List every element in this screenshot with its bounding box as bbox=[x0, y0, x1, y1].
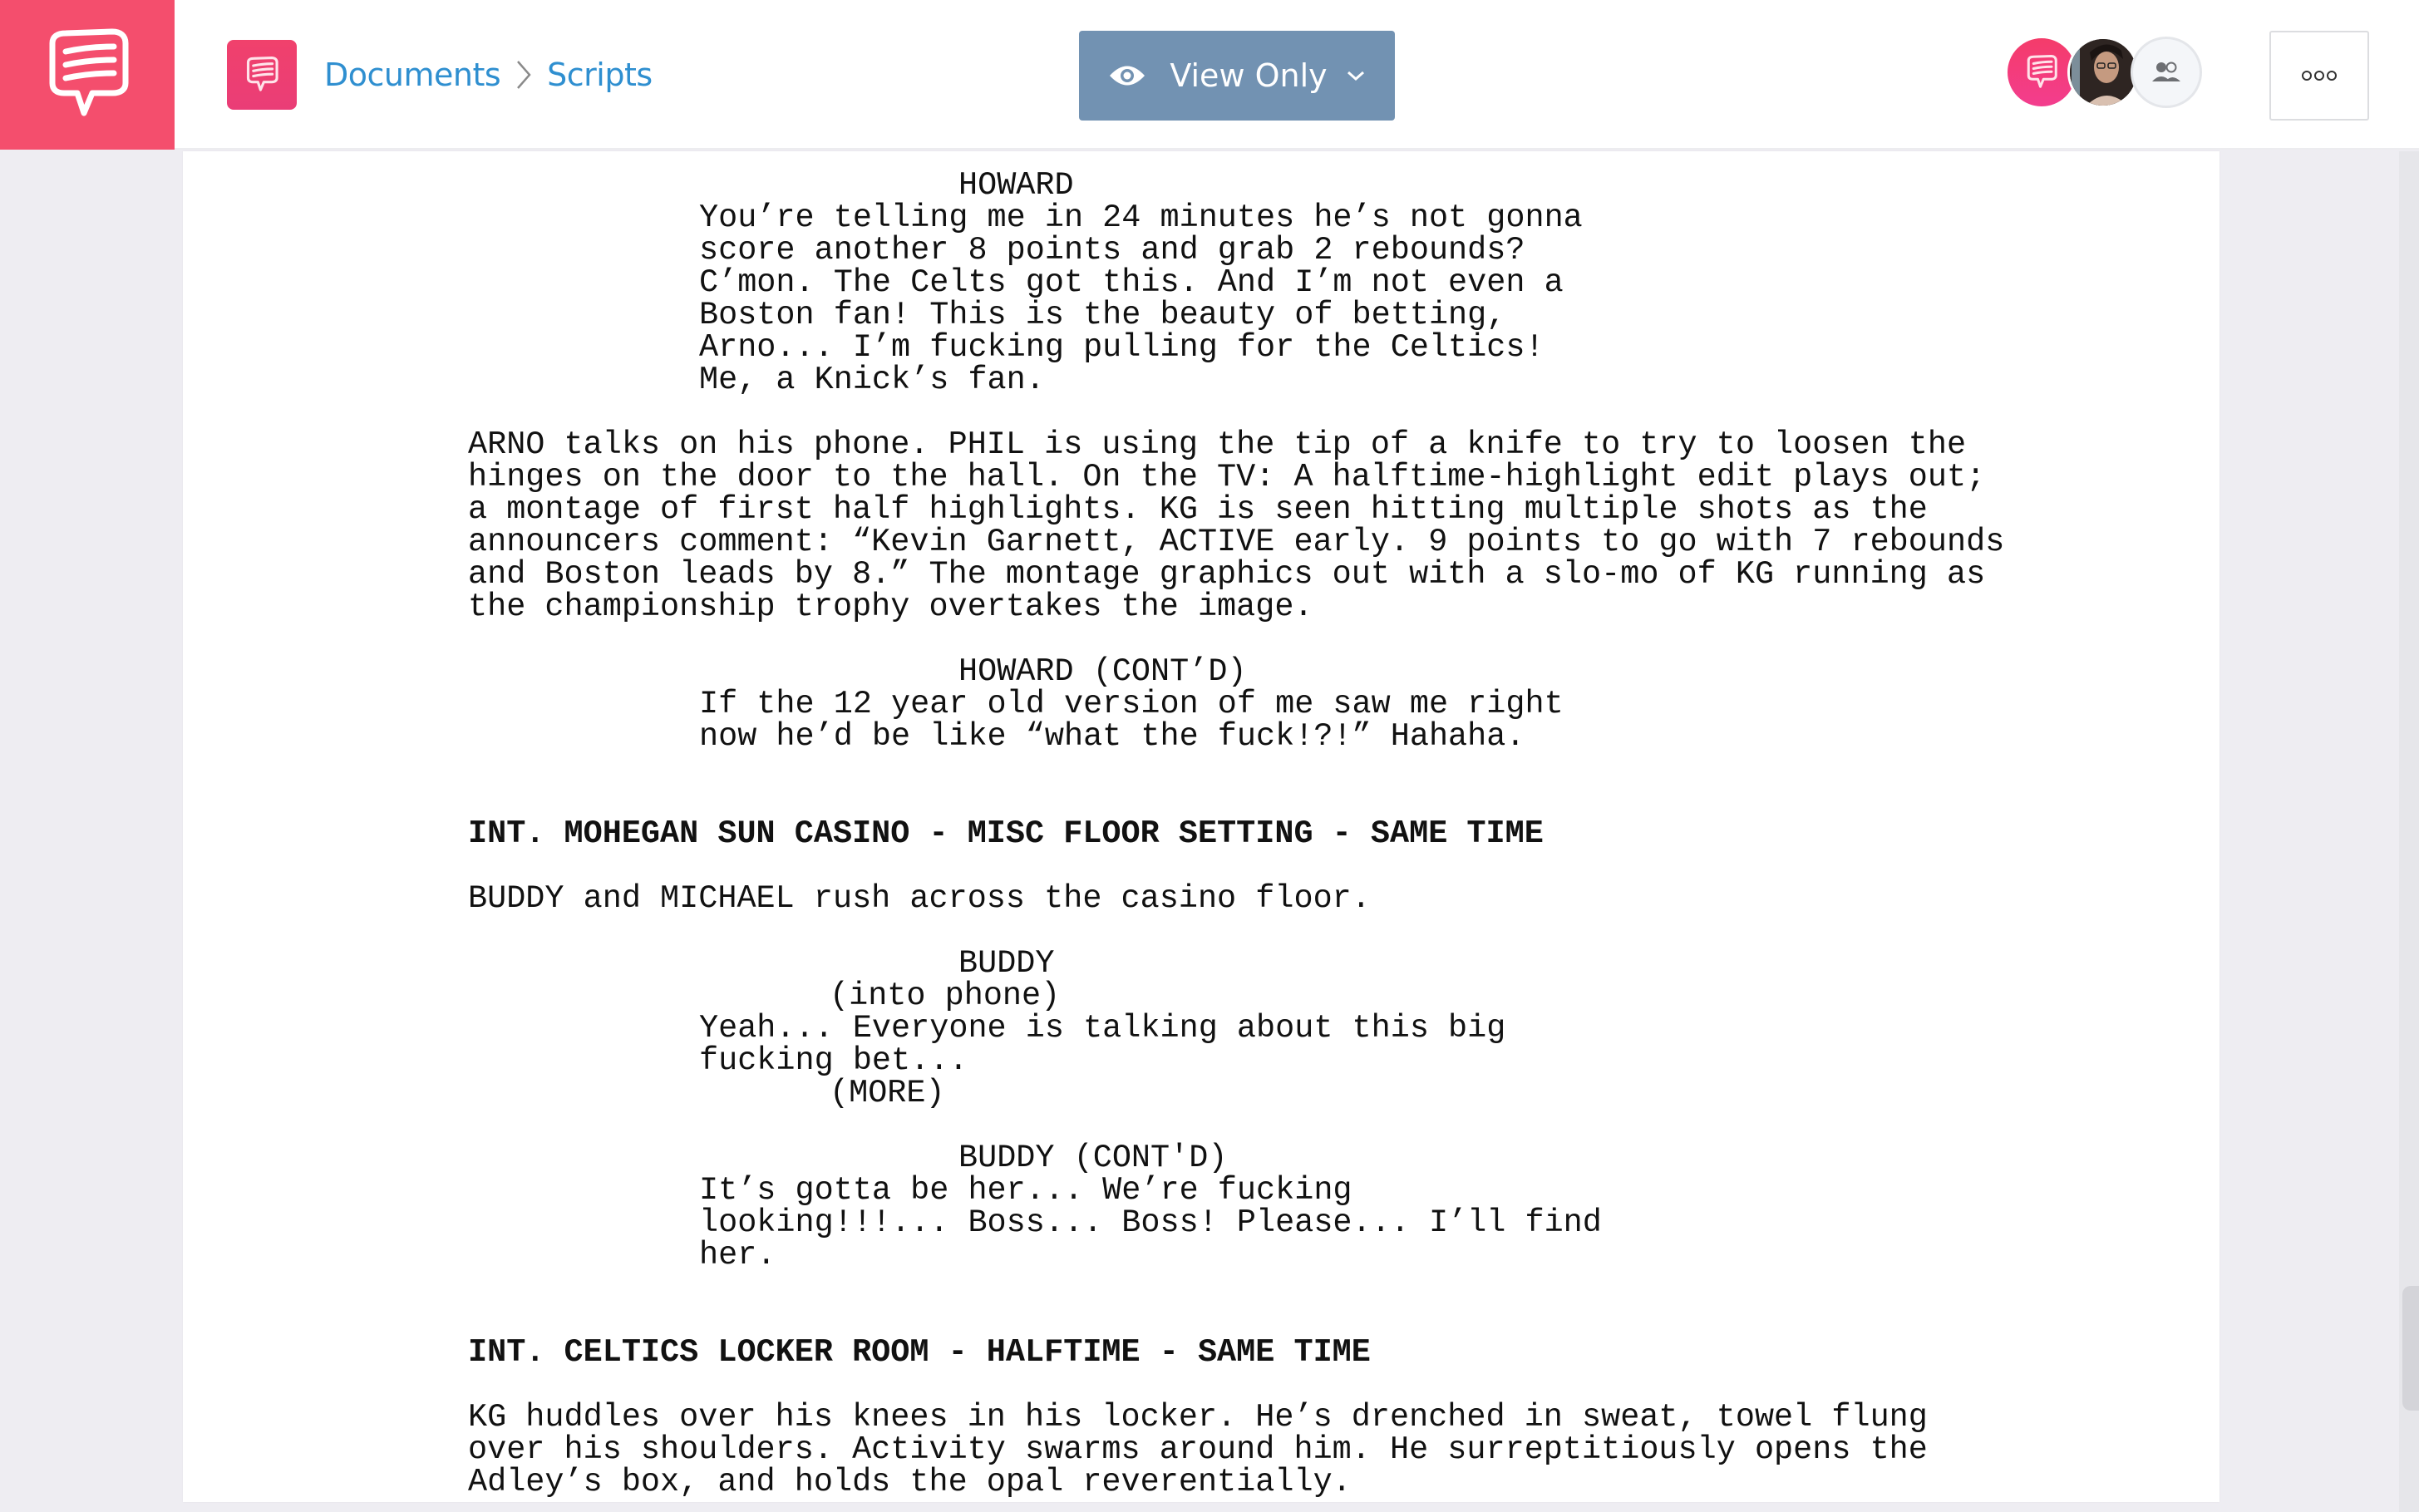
script-page: HOWARD You’re telling me in 24 minutes he… bbox=[183, 151, 2219, 1502]
breadcrumb-scripts[interactable]: Scripts bbox=[547, 57, 653, 93]
chat-bubble-logo-icon bbox=[49, 28, 129, 116]
dialogue-line: now he’d be like “what the fuck!?!” Haha… bbox=[699, 718, 1525, 755]
chevron-down-icon bbox=[1346, 69, 1366, 82]
character-name: HOWARD bbox=[958, 167, 1074, 204]
dialogue-line: You’re telling me in 24 minutes he’s not… bbox=[699, 199, 1583, 236]
view-mode-label: View Only bbox=[1170, 57, 1328, 94]
top-bar: Documents Scripts View Only bbox=[0, 0, 2419, 150]
script-content: HOWARD You’re telling me in 24 minutes he… bbox=[468, 170, 2131, 1499]
scrollbar-thumb[interactable] bbox=[2402, 1286, 2419, 1411]
eye-icon bbox=[1108, 63, 1146, 88]
action-line: Adley’s box, and holds the opal reverent… bbox=[468, 1464, 1352, 1500]
parenthetical: (into phone) bbox=[830, 978, 1061, 1014]
breadcrumb-documents[interactable]: Documents bbox=[324, 57, 501, 93]
action-line: announcers comment: “Kevin Garnett, ACTI… bbox=[468, 524, 2005, 560]
action-line: BUDDY and MICHAEL rush across the casino… bbox=[468, 880, 1371, 917]
dialogue-line: Boston fan! This is the beauty of bettin… bbox=[699, 297, 1506, 333]
collaborator-avatars bbox=[2006, 37, 2205, 110]
character-name: BUDDY bbox=[958, 945, 1055, 982]
view-mode-dropdown[interactable]: View Only bbox=[1079, 31, 1395, 121]
dialogue-line: Me, a Knick’s fan. bbox=[699, 362, 1045, 398]
avatar-group[interactable] bbox=[2131, 37, 2202, 108]
action-line: a montage of first half highlights. KG i… bbox=[468, 491, 1928, 528]
action-line: ARNO talks on his phone. PHIL is using t… bbox=[468, 426, 1967, 463]
more-options-icon bbox=[2302, 71, 2337, 81]
avatar-user-photo[interactable] bbox=[2067, 37, 2139, 108]
dialogue-line: score another 8 points and grab 2 reboun… bbox=[699, 232, 1525, 268]
action-line: the championship trophy overtakes the im… bbox=[468, 589, 1313, 625]
dialogue-line: her. bbox=[699, 1237, 776, 1273]
character-name: BUDDY (CONT'D) bbox=[958, 1140, 1228, 1176]
action-line: KG huddles over his knees in his locker.… bbox=[468, 1399, 1928, 1436]
action-line: hinges on the door to the hall. On the T… bbox=[468, 459, 1986, 495]
dialogue-line: Yeah... Everyone is talking about this b… bbox=[699, 1010, 1506, 1047]
chat-bubble-icon bbox=[246, 57, 278, 91]
app-icon[interactable] bbox=[227, 40, 297, 110]
app-logo[interactable] bbox=[0, 0, 175, 150]
dialogue-line: If the 12 year old version of me saw me … bbox=[699, 686, 1564, 722]
user-photo bbox=[2070, 39, 2136, 106]
more-options-button[interactable] bbox=[2269, 31, 2369, 121]
dialogue-line: Arno... I’m fucking pulling for the Celt… bbox=[699, 329, 1545, 366]
users-icon bbox=[2152, 62, 2180, 81]
character-name: HOWARD (CONT’D) bbox=[958, 653, 1247, 690]
dialogue-line: fucking bet... bbox=[699, 1042, 968, 1079]
dialogue-line: It’s gotta be her... We’re fucking bbox=[699, 1172, 1352, 1209]
dialogue-line: looking!!!... Boss... Boss! Please... I’… bbox=[699, 1204, 1602, 1241]
dialogue-line: C’mon. The Celts got this. And I’m not e… bbox=[699, 264, 1564, 301]
action-line: and Boston leads by 8.” The montage grap… bbox=[468, 556, 1986, 593]
chat-bubble-icon bbox=[2027, 55, 2057, 88]
parenthetical: (MORE) bbox=[830, 1075, 945, 1111]
scene-heading: INT. CELTICS LOCKER ROOM - HALFTIME - SA… bbox=[468, 1334, 1371, 1371]
action-line: over his shoulders. Activity swarms arou… bbox=[468, 1431, 1928, 1468]
chevron-right-icon bbox=[500, 50, 547, 100]
breadcrumb: Documents Scripts bbox=[324, 50, 653, 100]
scene-heading: INT. MOHEGAN SUN CASINO - MISC FLOOR SET… bbox=[468, 815, 1544, 852]
